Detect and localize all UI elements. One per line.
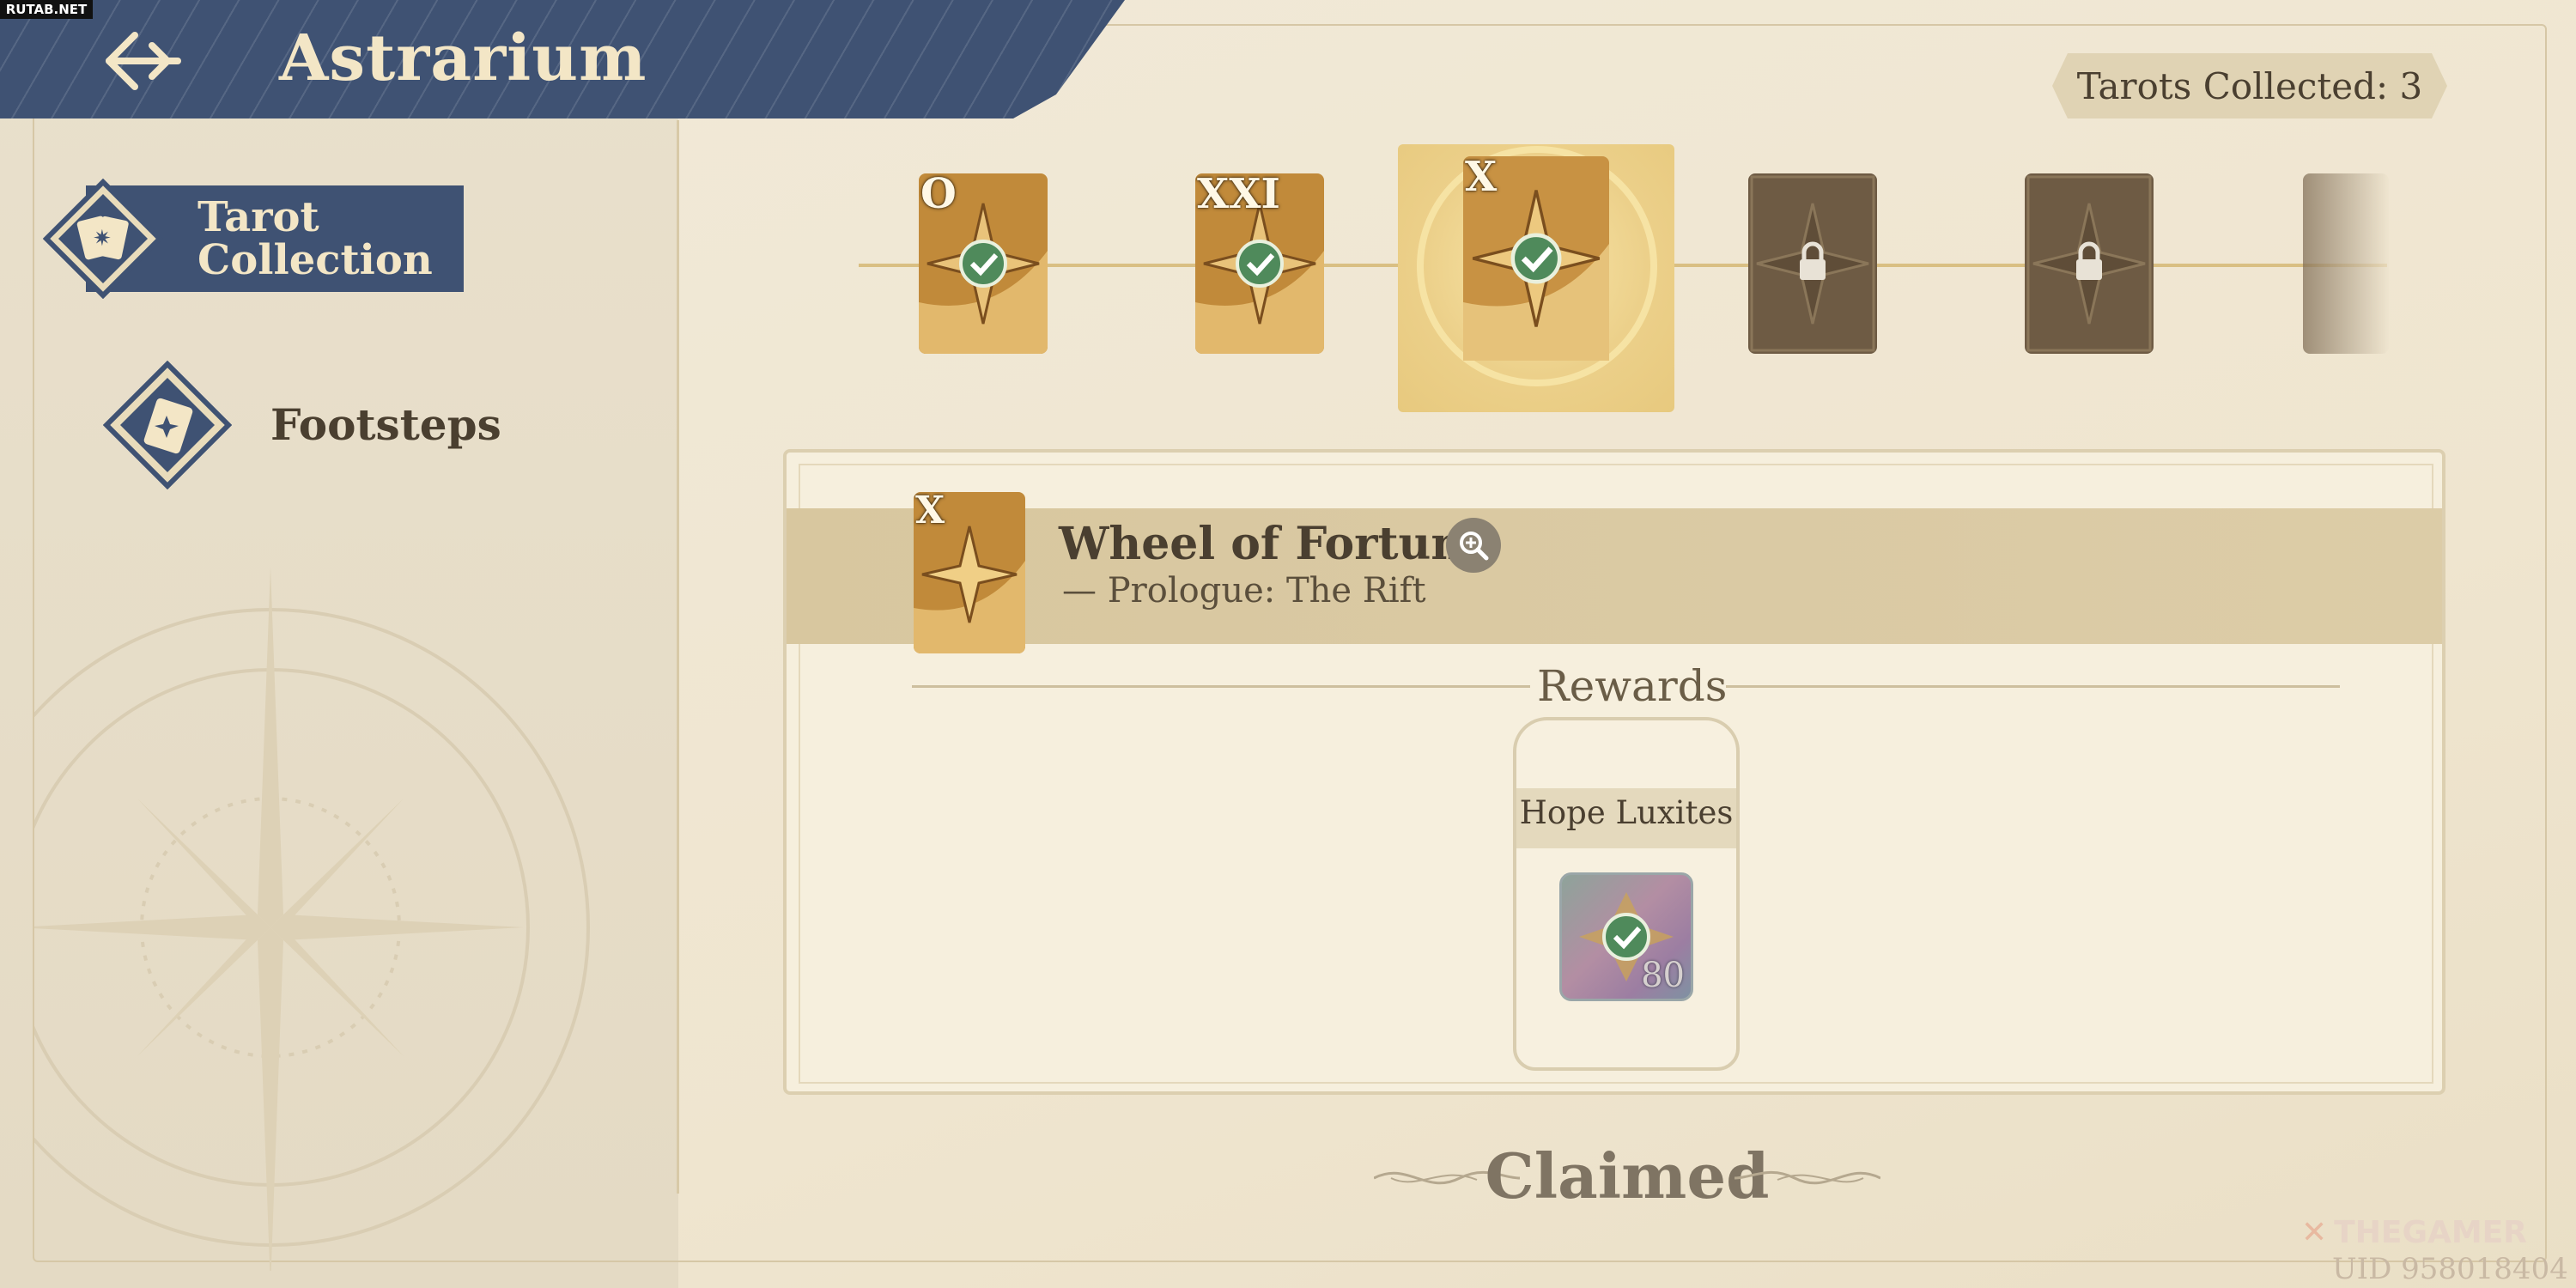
uid-label: UID 958018404	[2332, 1252, 2568, 1286]
back-arrow-icon	[106, 32, 181, 90]
sidebar-item-label: Footsteps	[270, 399, 501, 450]
reward-quantity: 80	[1641, 956, 1685, 995]
sidebar-item-label: Tarot Collection	[197, 193, 433, 284]
sidebar-item-footsteps[interactable]: Footsteps	[103, 361, 550, 489]
card-numeral: XXI	[1197, 173, 1280, 218]
reward-name: Hope Luxites	[1519, 794, 1734, 831]
zoom-button[interactable]	[1446, 518, 1501, 573]
tarots-collected-badge: Tarots Collected: 3	[2052, 53, 2447, 118]
card-numeral: X	[915, 492, 945, 532]
svg-text:✷: ✷	[93, 226, 112, 252]
compass-decoration	[34, 567, 590, 1271]
detail-header-band	[787, 508, 2442, 644]
locked-card-face	[1748, 173, 1877, 354]
locked-card-face	[2025, 173, 2154, 354]
locked-card-face	[2303, 173, 2389, 354]
tarot-card-2-selected[interactable]: X	[1463, 156, 1609, 371]
sidebar-divider	[677, 120, 679, 1194]
sidebar-item-tarot-collection[interactable]: ✷ Tarot Collection	[34, 179, 464, 299]
card-numeral: O	[920, 173, 957, 218]
back-button[interactable]	[94, 22, 189, 100]
page-title: Astrarium	[279, 21, 647, 95]
brand-logo-icon: ✕	[2301, 1214, 2328, 1250]
tarot-card-5-locked-partial[interactable]	[2303, 173, 2389, 354]
tarot-card-3-locked[interactable]	[1748, 173, 1877, 354]
rewards-heading: Rewards	[1537, 661, 1728, 711]
footsteps-book-icon	[103, 361, 232, 489]
tarot-subtitle: — Prologue: The Rift	[1062, 571, 1426, 611]
tarot-cards-icon: ✷	[43, 179, 163, 299]
card-numeral: X	[1465, 156, 1498, 201]
tarot-card-4-locked[interactable]	[2025, 173, 2154, 354]
watermark-label: RUTAB.NET	[0, 0, 93, 19]
divider-line	[912, 685, 1530, 688]
brand-watermark: ✕ THEGAMER	[2301, 1214, 2559, 1250]
tarot-card-0[interactable]: O	[919, 173, 1048, 354]
magnifier-icon	[1460, 532, 1489, 561]
tarot-card-1[interactable]: XXI	[1195, 173, 1324, 354]
divider-line	[1726, 685, 2340, 688]
flourish-ornament	[1735, 1170, 1880, 1185]
tarot-title: Wheel of Fortune	[1059, 518, 1492, 570]
detail-tarot-card: X	[914, 492, 1025, 653]
brand-name: THEGAMER	[2334, 1214, 2527, 1250]
